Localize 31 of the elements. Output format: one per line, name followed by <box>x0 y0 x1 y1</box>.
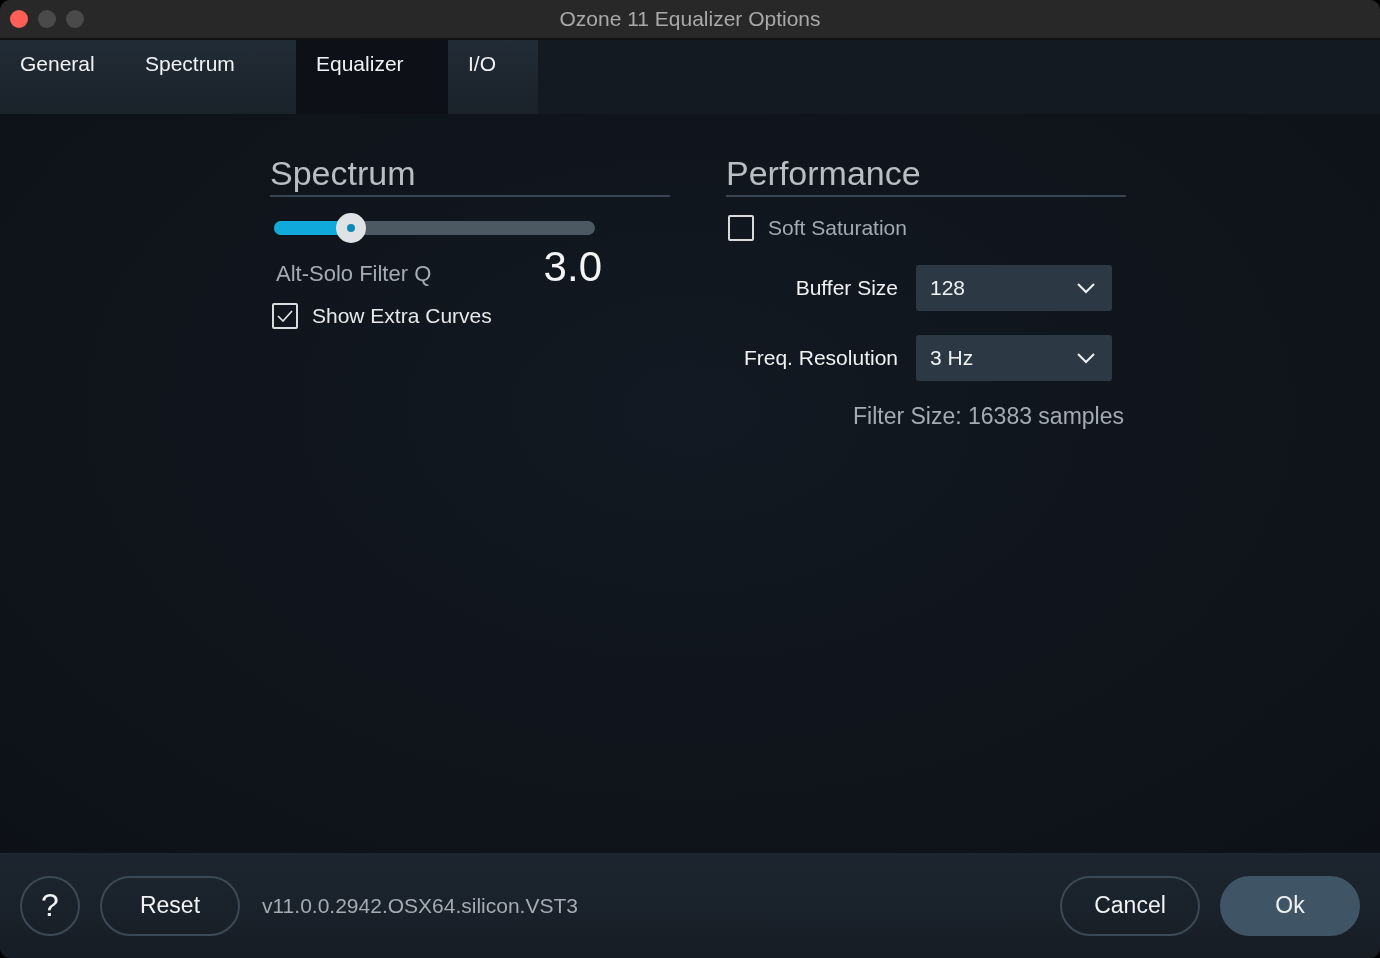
slider-thumb[interactable] <box>336 213 367 243</box>
checkbox[interactable] <box>272 303 298 329</box>
tab[interactable]: General <box>0 40 125 114</box>
version-text: v11.0.0.2942.OSX64.silicon.VST3 <box>261 893 579 918</box>
dropdown-label: Freq. Resolution <box>743 346 898 370</box>
section-heading: Spectrum <box>270 154 670 197</box>
cancel-button[interactable]: Cancel <box>1060 875 1200 936</box>
dropdown-label: Buffer Size <box>795 276 898 300</box>
dropdown[interactable]: 3 Hz <box>916 335 1112 381</box>
close-icon[interactable] <box>10 10 28 28</box>
tab[interactable]: I/O <box>448 40 538 114</box>
tab[interactable]: Spectrum <box>125 40 296 114</box>
filter-size-text: Filter Size: 16383 samples <box>852 403 1124 430</box>
slider-label: Alt-Solo Filter Q <box>276 261 432 287</box>
slider-track[interactable] <box>274 213 595 243</box>
checkbox[interactable] <box>728 215 754 241</box>
help-button[interactable]: ? <box>20 875 80 936</box>
reset-button[interactable]: Reset <box>100 875 240 936</box>
section-heading: Performance <box>726 154 1126 197</box>
dropdown-value: 128 <box>930 276 966 300</box>
chevron-down-icon <box>1076 352 1096 364</box>
dropdown-value: 3 Hz <box>930 346 974 370</box>
ok-button[interactable]: Ok <box>1220 875 1360 936</box>
checkbox-label: Show Extra Curves <box>312 304 492 328</box>
window-title: Ozone 11 Equalizer Options <box>559 7 821 31</box>
checkbox-label: Soft Saturation <box>768 216 907 240</box>
checkmark-icon <box>277 310 293 322</box>
chevron-down-icon <box>1076 282 1096 294</box>
tab[interactable]: Equalizer <box>296 40 448 114</box>
dropdown[interactable]: 128 <box>916 265 1112 311</box>
slider-value: 3.0 <box>543 243 602 291</box>
